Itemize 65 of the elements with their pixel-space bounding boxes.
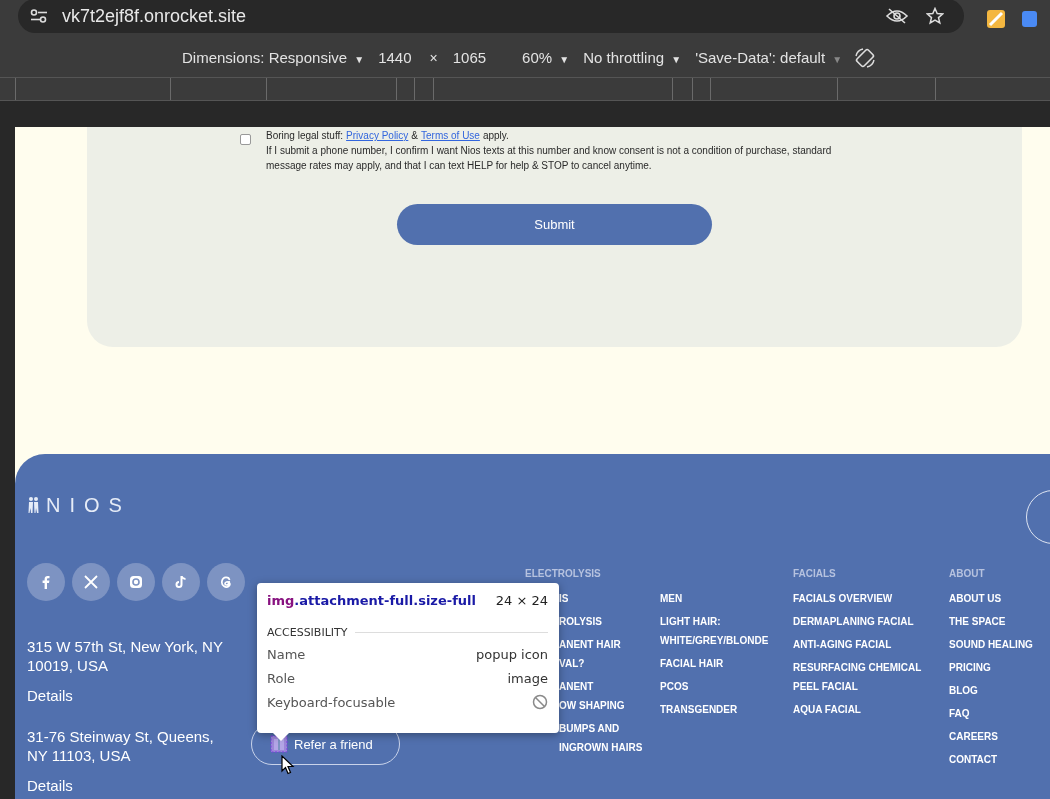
details-link[interactable]: Details bbox=[27, 777, 73, 794]
menu-heading: ABOUT bbox=[949, 568, 986, 581]
address-text: 31-76 Steinway St, Queens, NY 11103, USA bbox=[27, 727, 215, 765]
property-label: Role bbox=[267, 670, 295, 686]
legal-text: apply. bbox=[482, 129, 509, 143]
footer-menu-link[interactable]: FACIALS OVERVIEW bbox=[793, 589, 949, 608]
footer-menu-link[interactable]: ABOUT US bbox=[949, 589, 1033, 608]
footer-menu-link[interactable]: PRICING bbox=[949, 658, 1033, 677]
footer-menu-link[interactable]: FACIAL HAIR bbox=[660, 654, 793, 673]
logo-text[interactable]: NIOS bbox=[46, 493, 131, 517]
footer-menu-link[interactable]: CONTACT bbox=[949, 750, 1033, 769]
property-label: Name bbox=[267, 646, 306, 662]
star-icon[interactable] bbox=[926, 7, 944, 25]
footer-menu-link[interactable]: PCOS bbox=[660, 677, 793, 696]
extension-icon[interactable] bbox=[986, 9, 1006, 29]
zoom-dropdown[interactable]: 60% ▼ bbox=[522, 49, 570, 66]
footer-menu-link[interactable]: LIGHT HAIR: WHITE/GREY/BLONDE bbox=[660, 612, 793, 650]
footer-menu-link[interactable]: MEN bbox=[660, 589, 793, 608]
privacy-policy-link[interactable]: Privacy Policy bbox=[346, 128, 409, 143]
throttling-dropdown[interactable]: No throttling ▼ bbox=[583, 49, 682, 66]
footer-menu-link[interactable]: BUMPS AND INGROWN HAIRS bbox=[525, 719, 660, 757]
element-size-text: 24 × 24 bbox=[495, 593, 548, 608]
facebook-icon[interactable] bbox=[27, 563, 65, 601]
property-value: popup icon bbox=[475, 646, 548, 662]
menu-heading: ELECTROLYSIS bbox=[525, 568, 602, 581]
property-value: image bbox=[507, 670, 548, 686]
tiktok-icon[interactable] bbox=[162, 563, 200, 601]
logo-figures-icon bbox=[27, 496, 40, 514]
address-text: 315 W 57th St, New York, NY 10019, USA bbox=[27, 637, 224, 675]
rotate-icon[interactable] bbox=[854, 46, 877, 69]
footer-menu-link[interactable]: DERMAPLANING FACIAL bbox=[793, 612, 949, 631]
terms-of-use-link[interactable]: Terms of Use bbox=[421, 128, 480, 143]
dimensions-dropdown[interactable]: Dimensions: Responsive ▼ bbox=[182, 49, 365, 66]
site-settings-icon[interactable] bbox=[30, 9, 48, 23]
consent-checkbox[interactable] bbox=[240, 134, 251, 145]
details-link[interactable]: Details bbox=[27, 687, 73, 704]
gift-icon bbox=[270, 735, 288, 753]
address-bar[interactable]: vk7t2ejf8f.onrocket.site bbox=[18, 0, 964, 33]
mouse-cursor-icon bbox=[281, 755, 295, 775]
menu-heading: FACIALS bbox=[793, 568, 837, 581]
section-heading: ACCESSIBILITY bbox=[267, 626, 348, 639]
submit-button[interactable]: Submit bbox=[397, 204, 712, 245]
footer-menu-link[interactable]: CAREERS bbox=[949, 727, 1033, 746]
save-data-dropdown[interactable]: 'Save-Data': default ▼ bbox=[695, 49, 843, 66]
x-icon[interactable] bbox=[72, 563, 110, 601]
eye-slash-icon[interactable] bbox=[886, 8, 908, 24]
footer-menu-link[interactable]: FAQ bbox=[949, 704, 1033, 723]
footer-menu-link[interactable]: BLOG bbox=[949, 681, 1033, 700]
property-label: Keyboard-focusable bbox=[267, 694, 396, 710]
footer-menu-link[interactable]: AQUA FACIAL bbox=[793, 700, 949, 719]
ampersand-text: & bbox=[411, 129, 418, 143]
legal-text: Boring legal stuff: bbox=[266, 129, 344, 143]
footer-menu-link[interactable]: SOUND HEALING bbox=[949, 635, 1033, 654]
height-field[interactable]: 1065 bbox=[452, 49, 487, 66]
footer-menu-link[interactable]: THE SPACE bbox=[949, 612, 1033, 631]
times-sign: × bbox=[429, 49, 438, 66]
instagram-icon[interactable] bbox=[117, 563, 155, 601]
url-text: vk7t2ejf8f.onrocket.site bbox=[62, 5, 248, 27]
element-selector-text: img.attachment-full.size-full bbox=[267, 593, 476, 608]
footer-menu-link[interactable]: ANTI-AGING FACIAL bbox=[793, 635, 949, 654]
threads-icon[interactable] bbox=[207, 563, 245, 601]
sms-consent-text: If I submit a phone number, I confirm I want Nios texts at this number and know consent is not a condition of purchase, standard message rates may apply, and that I can text HELP for help & STOP to cancel anytime. bbox=[266, 144, 833, 173]
footer-menu-link[interactable]: RESURFACING CHEMICAL PEEL FACIAL bbox=[793, 658, 949, 696]
width-field[interactable]: 1440 bbox=[378, 49, 412, 66]
footer-menu-link[interactable]: TRANSGENDER bbox=[660, 700, 793, 719]
